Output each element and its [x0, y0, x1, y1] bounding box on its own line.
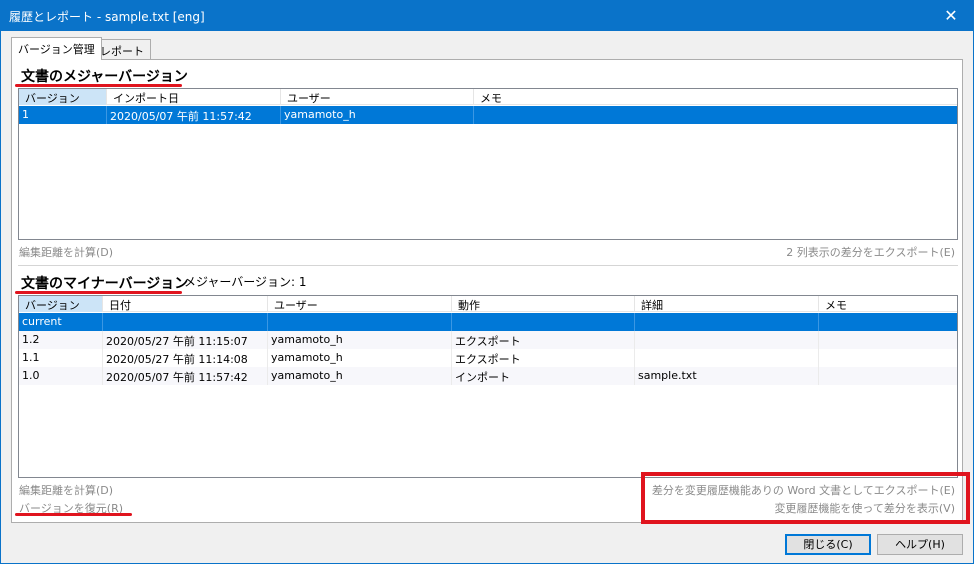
- minor-version-table[interactable]: バージョン 日付 ユーザー 動作 詳細 メモ current 1.2 2020/…: [18, 295, 958, 478]
- annotation-red-box: [641, 472, 970, 524]
- minor-version-title: 文書のマイナーバージョン: [21, 276, 189, 292]
- minor-col-action[interactable]: 動作: [452, 296, 635, 312]
- tab-panel-version-management: 文書のメジャーバージョン バージョン インポート日 ユーザー メモ 1 2020…: [11, 59, 963, 523]
- minor-cell-memo: [819, 349, 957, 367]
- minor-table-row[interactable]: 1.1 2020/05/27 午前 11:14:08 yamamoto_h エク…: [19, 349, 957, 367]
- minor-cell-user: yamamoto_h: [268, 367, 452, 385]
- minor-cell-user: yamamoto_h: [268, 331, 452, 349]
- section-separator: [18, 265, 958, 266]
- major-calc-distance-link[interactable]: 編集距離を計算(D): [19, 244, 113, 260]
- tab-version-management[interactable]: バージョン管理: [11, 37, 102, 60]
- major-cell-user: yamamoto_h: [281, 106, 474, 124]
- minor-cell-date: 2020/05/27 午前 11:14:08: [103, 349, 268, 367]
- annotation-underline-minor: [15, 291, 182, 294]
- dialog-body: バージョン管理 レポート 文書のメジャーバージョン バージョン インポート日 ユ…: [1, 31, 973, 564]
- major-col-user[interactable]: ユーザー: [281, 89, 474, 105]
- minor-calc-distance-link[interactable]: 編集距離を計算(D): [19, 482, 113, 498]
- minor-cell-detail: [635, 331, 819, 349]
- minor-cell-action: エクスポート: [452, 331, 635, 349]
- major-table-header: バージョン インポート日 ユーザー メモ: [19, 89, 957, 105]
- major-col-version[interactable]: バージョン: [19, 89, 107, 105]
- minor-cell-memo: [819, 313, 957, 331]
- minor-cell-memo: [819, 367, 957, 385]
- minor-cell-user: yamamoto_h: [268, 349, 452, 367]
- minor-cell-version: 1.2: [19, 331, 103, 349]
- minor-cell-version: 1.1: [19, 349, 103, 367]
- major-export-two-column-link[interactable]: 2 列表示の差分をエクスポート(E): [786, 244, 955, 260]
- minor-cell-version: current: [19, 313, 103, 331]
- window-title: 履歴とレポート - sample.txt [eng]: [9, 10, 205, 24]
- major-cell-version: 1: [19, 106, 107, 124]
- minor-cell-version: 1.0: [19, 367, 103, 385]
- minor-cell-detail: [635, 349, 819, 367]
- help-button[interactable]: ヘルプ(H): [877, 534, 963, 555]
- minor-col-version[interactable]: バージョン: [19, 296, 103, 312]
- minor-cell-action: エクスポート: [452, 349, 635, 367]
- minor-cell-date: 2020/05/07 午前 11:57:42: [103, 367, 268, 385]
- minor-cell-action: [452, 313, 635, 331]
- minor-cell-user: [268, 313, 452, 331]
- minor-table-header: バージョン 日付 ユーザー 動作 詳細 メモ: [19, 296, 957, 312]
- minor-major-version-label: メジャーバージョン: 1: [184, 275, 307, 289]
- minor-cell-detail: [635, 313, 819, 331]
- close-button[interactable]: 閉じる(C): [785, 534, 871, 555]
- minor-col-user[interactable]: ユーザー: [268, 296, 452, 312]
- title-bar: 履歴とレポート - sample.txt [eng] ✕: [0, 0, 974, 31]
- close-window-icon[interactable]: ✕: [928, 0, 974, 31]
- major-cell-memo: [474, 106, 957, 124]
- minor-col-date[interactable]: 日付: [103, 296, 268, 312]
- major-version-table[interactable]: バージョン インポート日 ユーザー メモ 1 2020/05/07 午前 11:…: [18, 88, 958, 240]
- major-col-memo[interactable]: メモ: [474, 89, 957, 105]
- minor-col-detail[interactable]: 詳細: [635, 296, 819, 312]
- minor-cell-memo: [819, 331, 957, 349]
- major-table-row[interactable]: 1 2020/05/07 午前 11:57:42 yamamoto_h: [19, 106, 957, 124]
- major-version-title: 文書のメジャーバージョン: [21, 69, 188, 85]
- major-cell-date: 2020/05/07 午前 11:57:42: [107, 106, 281, 124]
- minor-cell-detail: sample.txt: [635, 367, 819, 385]
- major-col-import-date[interactable]: インポート日: [107, 89, 281, 105]
- minor-table-row-current[interactable]: current: [19, 313, 957, 331]
- minor-table-row[interactable]: 1.2 2020/05/27 午前 11:15:07 yamamoto_h エク…: [19, 331, 957, 349]
- minor-cell-date: [103, 313, 268, 331]
- minor-col-memo[interactable]: メモ: [819, 296, 957, 312]
- minor-cell-action: インポート: [452, 367, 635, 385]
- annotation-underline-major: [15, 84, 182, 87]
- minor-cell-date: 2020/05/27 午前 11:15:07: [103, 331, 268, 349]
- annotation-underline-restore: [15, 513, 132, 516]
- minor-table-row[interactable]: 1.0 2020/05/07 午前 11:57:42 yamamoto_h イン…: [19, 367, 957, 385]
